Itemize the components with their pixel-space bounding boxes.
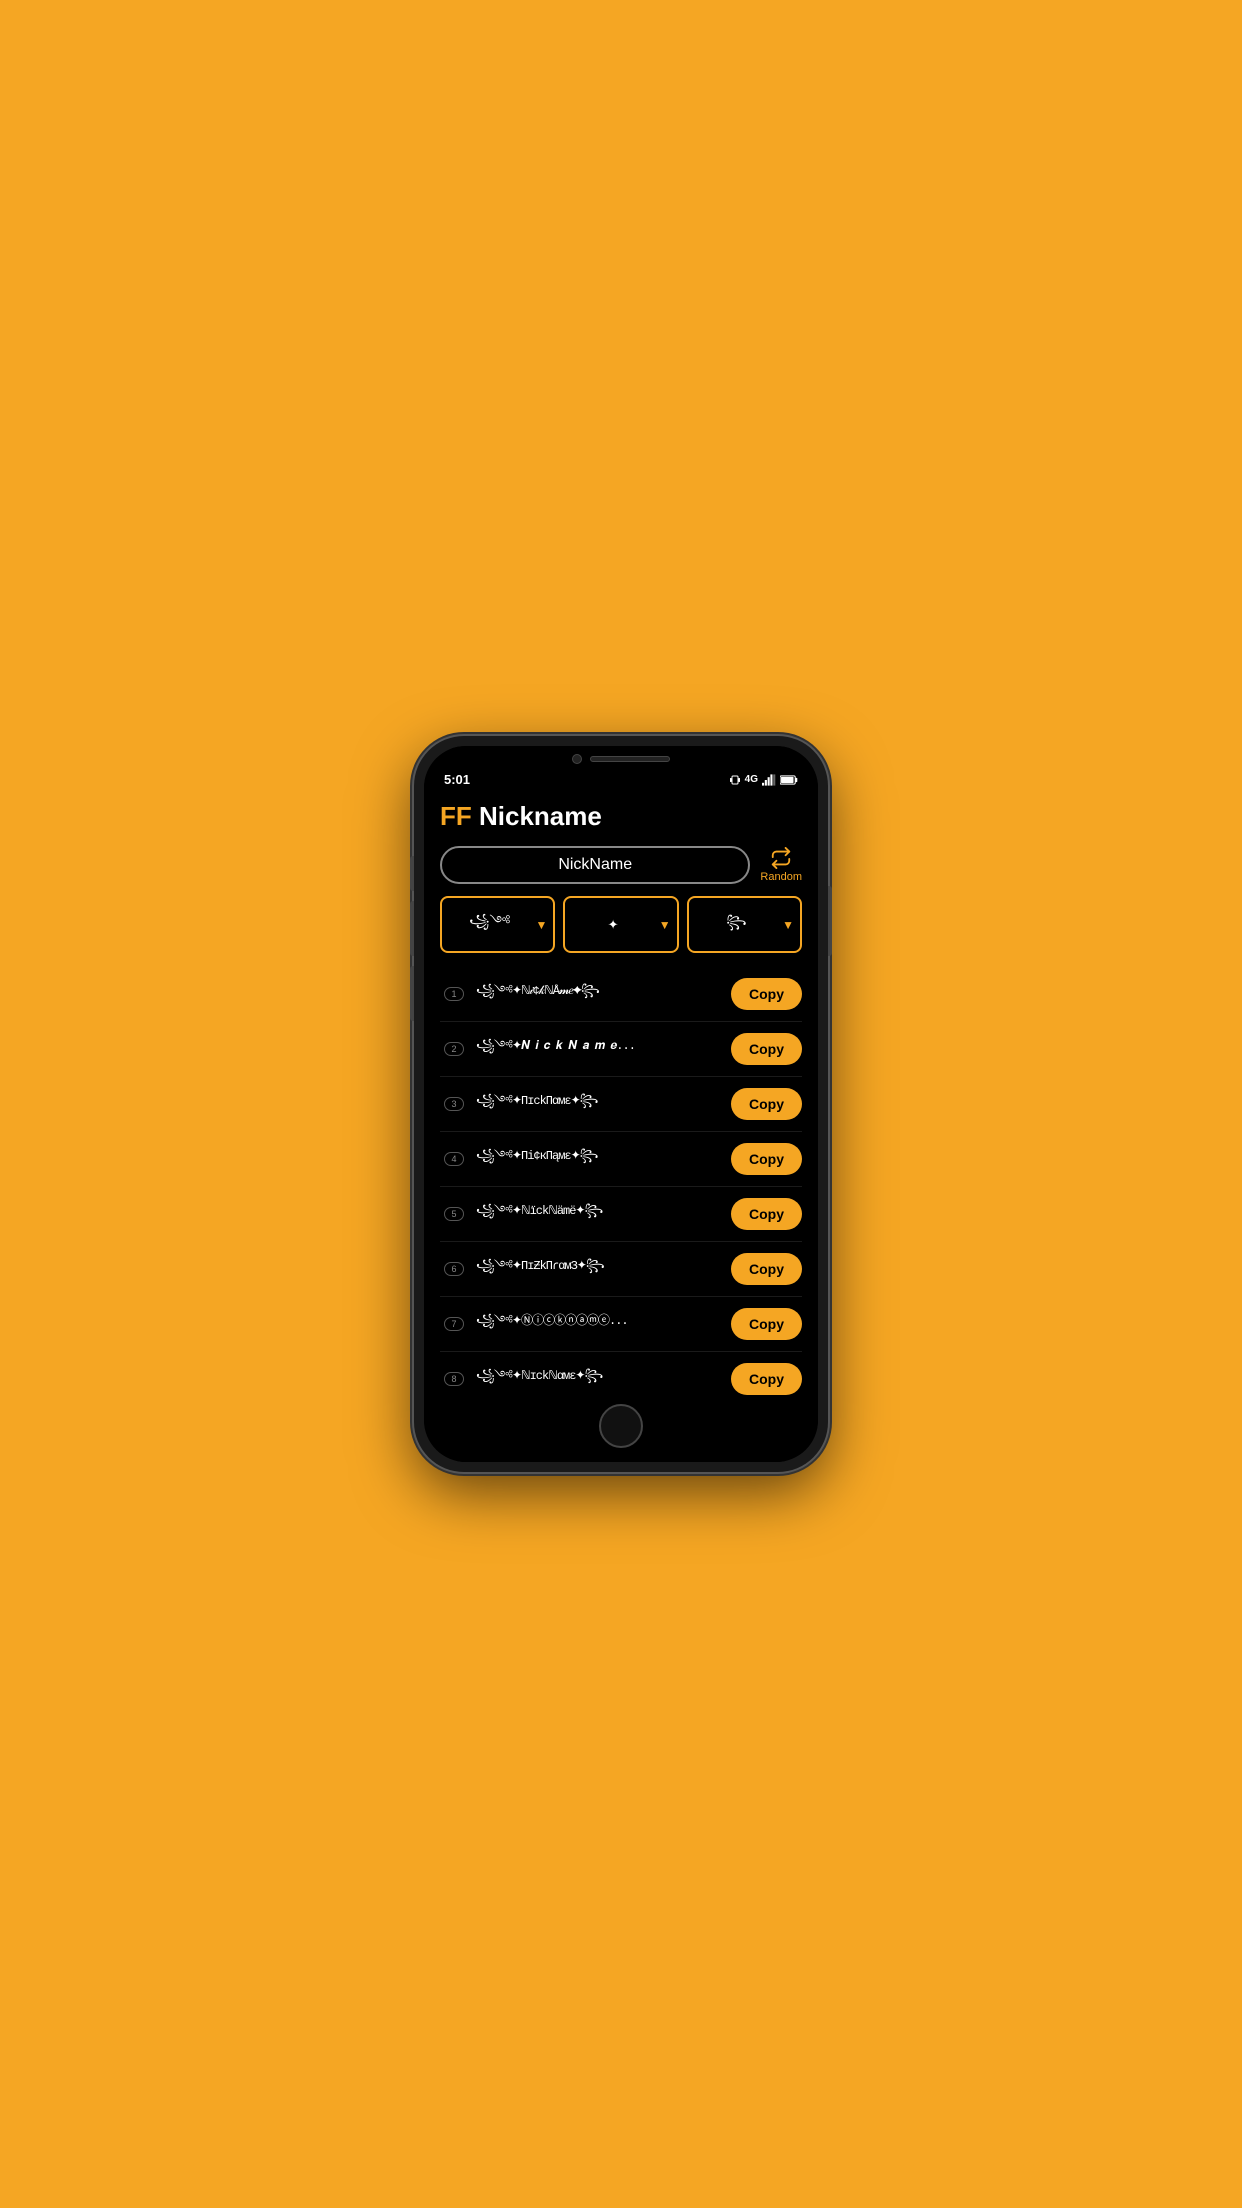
nickname-text: ꧁༺✦ПɪƵkПɾαмЗ✦꧂ xyxy=(476,1252,723,1286)
network-type-label: 4G xyxy=(745,774,758,785)
list-item: 4 ꧁༺✦Пi¢кПąмε✦꧂ Copy xyxy=(440,1132,802,1187)
item-number-badge: 6 xyxy=(440,1262,468,1276)
nickname-input-value: NickName xyxy=(558,856,632,873)
nickname-text: ꧁༺✦ПɪckПαмε✦꧂ xyxy=(476,1087,723,1121)
volume-down-button xyxy=(410,966,414,1021)
battery-icon xyxy=(780,774,798,786)
app-content: FF Nickname NickName Random xyxy=(424,791,818,1396)
phone-notch xyxy=(424,746,818,768)
nickname-text: ꧁༺✦ℕïckℕämë✦꧂ xyxy=(476,1197,723,1231)
front-camera xyxy=(572,754,582,764)
random-button[interactable]: Random xyxy=(760,847,802,883)
list-item: 2 ꧁༺✦𝑵 𝒊 𝒄 𝒌 𝑵 𝒂 𝒎 𝒆... Copy xyxy=(440,1022,802,1077)
list-item: 3 ꧁༺✦ПɪckПαмε✦꧂ Copy xyxy=(440,1077,802,1132)
nickname-row: NickName Random xyxy=(440,846,802,884)
copy-button-8[interactable]: Copy xyxy=(731,1363,802,1395)
status-time: 5:01 xyxy=(444,772,470,787)
copy-button-6[interactable]: Copy xyxy=(731,1253,802,1285)
home-button[interactable] xyxy=(599,1404,643,1448)
item-number-badge: 8 xyxy=(440,1372,468,1386)
item-number-badge: 5 xyxy=(440,1207,468,1221)
nickname-text: ꧁༺✦Ⓝⓘⓒⓚⓝⓐⓜⓔ... xyxy=(476,1307,723,1341)
nickname-text: ꧁༺✦𝑵 𝒊 𝒄 𝒌 𝑵 𝒂 𝒎 𝒆... xyxy=(476,1032,723,1066)
list-item: 7 ꧁༺✦Ⓝⓘⓒⓚⓝⓐⓜⓔ... Copy xyxy=(440,1297,802,1352)
nickname-text: ꧁༺✦Пi¢кПąмε✦꧂ xyxy=(476,1142,723,1176)
random-label: Random xyxy=(760,871,802,883)
item-number-badge: 4 xyxy=(440,1152,468,1166)
earpiece-speaker xyxy=(590,756,670,762)
nickname-list: 1 ꧁༺✦ℕ𝒾¢𝓀ℕÅ𝓶𝑒✦꧂ Copy 2 ꧁༺✦𝑵 𝒊 𝒄 𝒌 𝑵 𝒂 𝒎 … xyxy=(440,967,802,1396)
list-item: 6 ꧁༺✦ПɪƵkПɾαмЗ✦꧂ Copy xyxy=(440,1242,802,1297)
list-item: 1 ꧁༺✦ℕ𝒾¢𝓀ℕÅ𝓶𝑒✦꧂ Copy xyxy=(440,967,802,1022)
volume-silent-button xyxy=(410,856,414,891)
copy-button-4[interactable]: Copy xyxy=(731,1143,802,1175)
dropdown-prefix-text: ꧁༺ xyxy=(448,906,531,943)
nickname-text: ꧁༺✦ℕ𝒾¢𝓀ℕÅ𝓶𝑒✦꧂ xyxy=(476,977,723,1011)
copy-button-2[interactable]: Copy xyxy=(731,1033,802,1065)
copy-button-1[interactable]: Copy xyxy=(731,978,802,1010)
home-button-area xyxy=(424,1396,818,1462)
list-item: 5 ꧁༺✦ℕïckℕämë✦꧂ Copy xyxy=(440,1187,802,1242)
app-title-ff: FF xyxy=(440,801,472,831)
chevron-down-icon-3: ▼ xyxy=(782,918,794,932)
item-number-badge: 1 xyxy=(440,987,468,1001)
nickname-text: ꧁༺✦ℕɪckℕαмε✦꧂ xyxy=(476,1362,723,1396)
item-number-badge: 3 xyxy=(440,1097,468,1111)
dropdown-suffix[interactable]: ꧂ ▼ xyxy=(687,896,802,953)
chevron-down-icon-2: ▼ xyxy=(659,918,671,932)
vibrate-icon xyxy=(729,774,741,786)
phone-screen: 5:01 4G xyxy=(424,746,818,1462)
random-icon xyxy=(770,847,792,869)
list-item: 8 ꧁༺✦ℕɪckℕαмε✦꧂ Copy xyxy=(440,1352,802,1396)
copy-button-5[interactable]: Copy xyxy=(731,1198,802,1230)
phone-frame: 5:01 4G xyxy=(414,736,828,1472)
app-title-suffix: Nickname xyxy=(472,801,602,831)
dropdown-prefix[interactable]: ꧁༺ ▼ xyxy=(440,896,555,953)
item-number-badge: 2 xyxy=(440,1042,468,1056)
signal-icon xyxy=(762,774,776,786)
app-title: FF Nickname xyxy=(440,801,802,832)
volume-up-button xyxy=(410,901,414,956)
dropdown-middle-text: ✦ xyxy=(571,917,654,933)
dropdown-row: ꧁༺ ▼ ✦ ▼ ꧂ ▼ xyxy=(440,896,802,953)
power-button xyxy=(828,886,832,956)
status-bar: 5:01 4G xyxy=(424,768,818,791)
dropdown-suffix-text: ꧂ xyxy=(695,911,778,938)
status-icons: 4G xyxy=(729,774,798,786)
chevron-down-icon: ▼ xyxy=(535,918,547,932)
dropdown-middle[interactable]: ✦ ▼ xyxy=(563,896,678,953)
copy-button-7[interactable]: Copy xyxy=(731,1308,802,1340)
nickname-input[interactable]: NickName xyxy=(440,846,750,884)
copy-button-3[interactable]: Copy xyxy=(731,1088,802,1120)
item-number-badge: 7 xyxy=(440,1317,468,1331)
